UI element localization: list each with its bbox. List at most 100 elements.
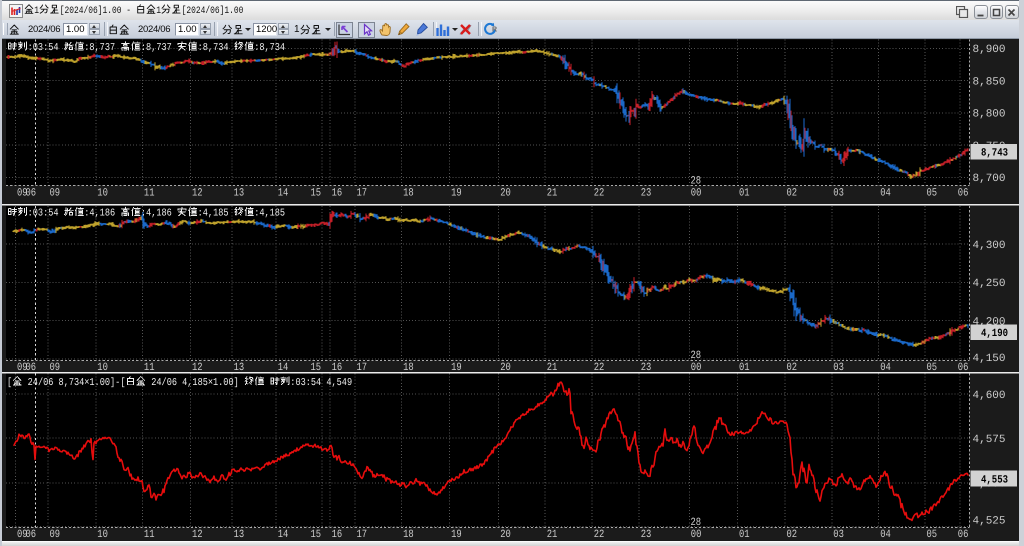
svg-text:[2024/06]1.00: [2024/06]1.00 (182, 5, 244, 17)
svg-text:06: 06 (26, 362, 37, 372)
svg-text:04: 04 (880, 529, 891, 541)
svg-text:06: 06 (958, 188, 969, 200)
svg-text:01: 01 (739, 529, 750, 541)
svg-text:4,553: 4,553 (981, 475, 1008, 487)
svg-text:4,300: 4,300 (973, 240, 1006, 252)
svg-text:17: 17 (357, 188, 368, 200)
svg-text:8,900: 8,900 (973, 44, 1006, 56)
svg-text:[2024/06]1.00 -: [2024/06]1.00 - (60, 5, 136, 17)
svg-text::8,737: :8,737 (141, 42, 177, 54)
svg-text:12: 12 (192, 529, 203, 541)
svg-text:14: 14 (278, 188, 289, 200)
svg-text:19: 19 (451, 188, 462, 200)
svg-text:12: 12 (192, 188, 203, 200)
svg-text:28: 28 (691, 350, 702, 362)
svg-text:13: 13 (234, 188, 245, 200)
svg-text:21: 21 (547, 529, 558, 541)
svg-text:09: 09 (50, 362, 61, 372)
svg-text:23: 23 (641, 362, 652, 372)
svg-text:4,150: 4,150 (973, 353, 1006, 365)
svg-text:06: 06 (958, 529, 969, 541)
svg-text:20: 20 (500, 188, 511, 200)
svg-text:03: 03 (833, 188, 844, 200)
svg-text:00: 00 (691, 188, 702, 200)
svg-text:20: 20 (500, 529, 511, 541)
svg-text:15: 15 (311, 188, 322, 200)
svg-text:16: 16 (332, 529, 343, 541)
svg-text:21: 21 (547, 362, 558, 372)
svg-text:18: 18 (403, 529, 414, 541)
svg-text:10: 10 (97, 188, 108, 200)
svg-text:11: 11 (144, 362, 155, 372)
svg-text::8,734: :8,734 (254, 42, 285, 54)
svg-text:24/06 4,185: 24/06 4,185 (146, 377, 208, 389)
svg-text:22: 22 (594, 529, 605, 541)
svg-text:4,525: 4,525 (973, 516, 1006, 528)
svg-text:16: 16 (332, 188, 343, 200)
svg-text:22: 22 (594, 188, 605, 200)
svg-text:00: 00 (691, 529, 702, 541)
svg-text:1.00]-[: 1.00]-[ (89, 377, 125, 389)
svg-text:03: 03 (833, 529, 844, 541)
svg-text::4,186: :4,186 (84, 208, 120, 220)
svg-text:14: 14 (278, 362, 289, 372)
svg-text:06: 06 (26, 529, 37, 541)
svg-text:R: R (492, 27, 497, 34)
svg-text:18: 18 (403, 188, 414, 200)
svg-text:20: 20 (500, 362, 511, 372)
svg-text:15: 15 (311, 529, 322, 541)
svg-text:02: 02 (787, 362, 798, 372)
svg-text:1: 1 (34, 6, 39, 17)
svg-text:8,743: 8,743 (981, 148, 1008, 160)
svg-text:4,575: 4,575 (973, 434, 1006, 446)
svg-text:4,190: 4,190 (981, 328, 1008, 340)
svg-text:09: 09 (50, 529, 61, 541)
svg-text:[: [ (7, 377, 12, 389)
svg-text:01: 01 (739, 362, 750, 372)
svg-text:24/06 8,734: 24/06 8,734 (23, 377, 85, 389)
svg-text:1.00]: 1.00] (213, 377, 244, 389)
svg-text:11: 11 (144, 529, 155, 541)
svg-text:10: 10 (97, 362, 108, 372)
svg-text:17: 17 (357, 529, 368, 541)
svg-text:1: 1 (156, 6, 161, 17)
svg-text:4,250: 4,250 (973, 278, 1006, 290)
svg-text::8,734: :8,734 (198, 42, 234, 54)
svg-text:23: 23 (641, 529, 652, 541)
svg-text:28: 28 (691, 176, 702, 188)
svg-text:28: 28 (691, 517, 702, 529)
svg-text:03: 03 (833, 362, 844, 372)
svg-text:18: 18 (403, 362, 414, 372)
svg-text:19: 19 (451, 529, 462, 541)
svg-text::03:54: :03:54 (28, 208, 64, 220)
svg-text:05: 05 (927, 188, 938, 200)
svg-text:19: 19 (451, 362, 462, 372)
svg-text:04: 04 (880, 362, 891, 372)
svg-text:13: 13 (234, 529, 245, 541)
svg-text::4,186: :4,186 (141, 208, 177, 220)
svg-text:4,600: 4,600 (973, 390, 1006, 402)
svg-text:04: 04 (880, 188, 891, 200)
svg-text::03:54 4,549: :03:54 4,549 (290, 377, 352, 389)
svg-text:02: 02 (787, 188, 798, 200)
svg-text::4,185: :4,185 (198, 208, 234, 220)
svg-text:8,800: 8,800 (973, 109, 1006, 121)
svg-text:22: 22 (594, 362, 605, 372)
svg-text:14: 14 (278, 529, 289, 541)
svg-text:06: 06 (26, 188, 37, 200)
svg-text:12: 12 (192, 362, 203, 372)
svg-text:09: 09 (50, 188, 61, 200)
svg-text:05: 05 (927, 529, 938, 541)
svg-text:17: 17 (357, 362, 368, 372)
svg-text:02: 02 (787, 529, 798, 541)
svg-text:16: 16 (332, 362, 343, 372)
svg-text:01: 01 (739, 188, 750, 200)
svg-text:05: 05 (927, 362, 938, 372)
svg-text:10: 10 (97, 529, 108, 541)
svg-text::4,185: :4,185 (254, 208, 285, 220)
svg-text:8,700: 8,700 (973, 173, 1006, 185)
svg-text:23: 23 (641, 188, 652, 200)
svg-text:13: 13 (234, 362, 245, 372)
svg-text::8,737: :8,737 (84, 42, 120, 54)
svg-text::03:54: :03:54 (28, 42, 64, 54)
